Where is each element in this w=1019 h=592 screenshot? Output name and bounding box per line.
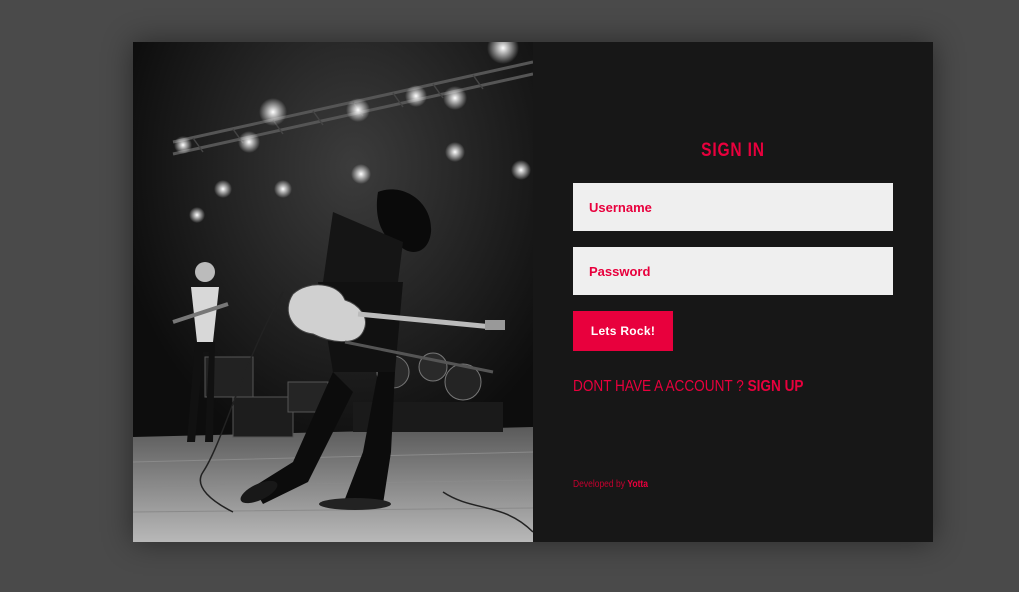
sign-in-title: SIGN IN	[701, 140, 765, 161]
login-card: SIGN IN Lets Rock! DONT HAVE A ACCOUNT ?…	[133, 42, 933, 542]
concert-photo	[133, 42, 533, 542]
lets-rock-button[interactable]: Lets Rock!	[573, 311, 673, 351]
developed-by-label: Developed by	[573, 479, 628, 490]
sign-up-link[interactable]: SIGN UP	[748, 378, 804, 395]
concert-photo-image	[133, 42, 533, 542]
password-input[interactable]	[573, 247, 893, 295]
developer-credit: Developed by Yotta	[573, 479, 648, 490]
signup-row: DONT HAVE A ACCOUNT ? SIGN UP	[573, 378, 804, 396]
developer-brand-link[interactable]: Yotta	[627, 479, 648, 490]
username-input[interactable]	[573, 183, 893, 231]
signup-prompt: DONT HAVE A ACCOUNT ?	[573, 378, 748, 395]
sign-in-panel: SIGN IN Lets Rock! DONT HAVE A ACCOUNT ?…	[533, 42, 933, 542]
